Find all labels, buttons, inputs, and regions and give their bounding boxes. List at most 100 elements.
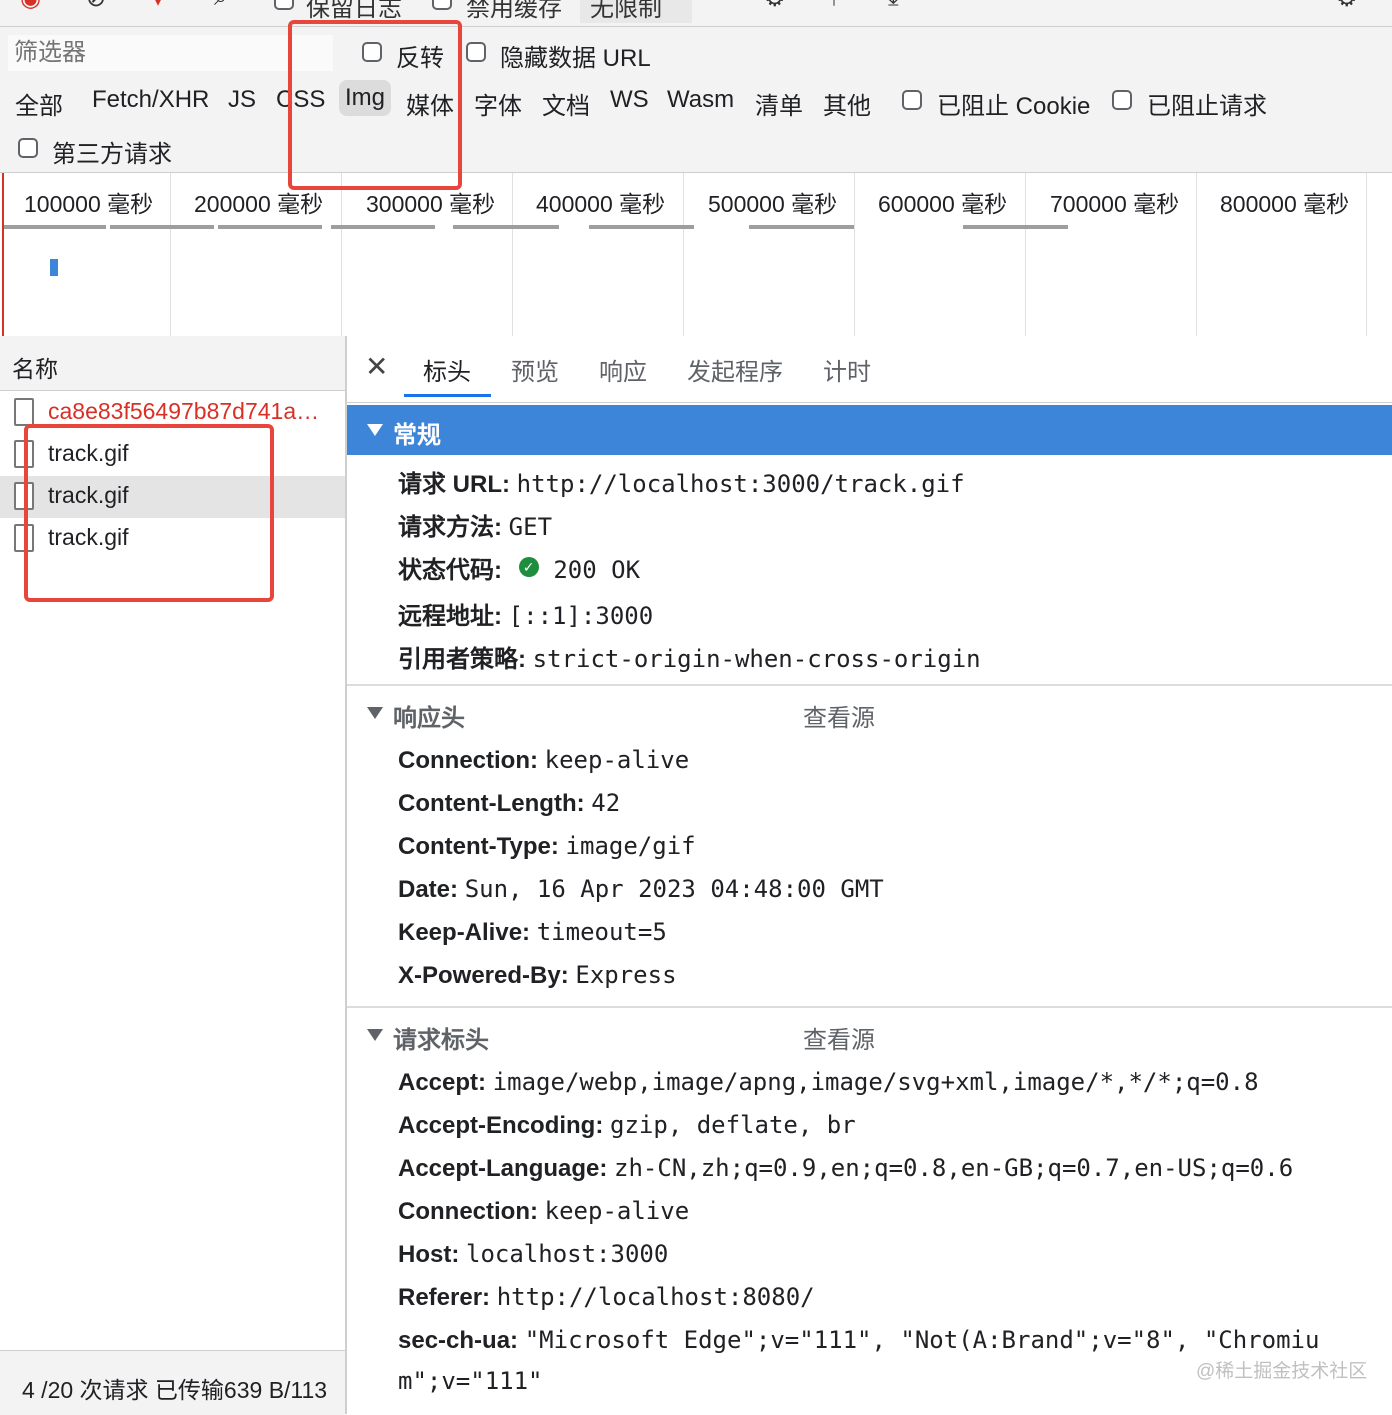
type-filter-doc[interactable]: 文档 bbox=[536, 82, 596, 125]
collapse-triangle-icon bbox=[367, 707, 383, 719]
image-file-icon bbox=[14, 524, 34, 552]
preserve-log-checkbox[interactable] bbox=[274, 0, 294, 10]
type-filter-media[interactable]: 媒体 bbox=[400, 82, 460, 125]
close-icon[interactable]: ✕ bbox=[365, 350, 388, 383]
timeline-gridline bbox=[512, 173, 513, 336]
header-key: Referer: bbox=[398, 1284, 491, 1311]
request-header-row: Accept: image/webp,image/apng,image/svg+… bbox=[398, 1068, 1259, 1097]
request-header-row: sec-ch-ua: "Microsoft Edge";v="111", "No… bbox=[398, 1326, 1319, 1355]
timeline-bar bbox=[749, 225, 854, 229]
header-value: keep-alive bbox=[544, 746, 690, 774]
header-value: gzip, deflate, br bbox=[610, 1111, 856, 1139]
filter-input[interactable] bbox=[8, 35, 333, 71]
request-row[interactable]: track.gif bbox=[0, 518, 345, 560]
header-value: image/gif bbox=[565, 832, 696, 860]
header-key: Connection: bbox=[398, 1198, 538, 1225]
tab-response[interactable]: 响应 bbox=[599, 352, 647, 387]
active-tab-indicator bbox=[404, 394, 491, 397]
response-header-row: Date: Sun, 16 Apr 2023 04:48:00 GMT bbox=[398, 875, 884, 904]
section-divider bbox=[347, 684, 1392, 686]
request-header-row: Connection: keep-alive bbox=[398, 1197, 689, 1226]
response-header-row: X-Powered-By: Express bbox=[398, 961, 677, 990]
general-row-referrer-policy: 引用者策略: strict-origin-when-cross-origin bbox=[398, 639, 981, 674]
type-filter-js[interactable]: JS bbox=[222, 82, 262, 118]
export-har-icon[interactable]: ⤓ bbox=[888, 0, 899, 12]
timeline-bar bbox=[110, 225, 214, 229]
type-filter-img[interactable]: Img bbox=[339, 80, 392, 116]
timeline-gridline bbox=[1025, 173, 1026, 336]
name-column-label: 名称 bbox=[12, 356, 58, 382]
third-party-checkbox[interactable] bbox=[18, 138, 38, 158]
timeline-gridline bbox=[1196, 173, 1197, 336]
timeline-tick-label: 600000 毫秒 bbox=[878, 191, 1008, 217]
response-headers-section-header[interactable]: 响应头 查看源 bbox=[347, 688, 1392, 738]
timeline-bar bbox=[218, 225, 322, 229]
filter-toggle-icon[interactable]: ▾ bbox=[152, 0, 164, 13]
settings-gear-icon[interactable]: ⚙ bbox=[1336, 0, 1358, 13]
hide-data-urls-label: 隐藏数据 URL bbox=[500, 45, 651, 72]
request-headers-title: 请求标头 bbox=[393, 1027, 489, 1054]
general-section-header[interactable]: 常规 bbox=[347, 405, 1392, 455]
view-source-link[interactable]: 查看源 bbox=[803, 1020, 875, 1055]
request-row-selected[interactable]: track.gif bbox=[0, 476, 345, 518]
third-party-label: 第三方请求 bbox=[52, 141, 172, 168]
type-filter-wasm[interactable]: Wasm bbox=[661, 82, 740, 118]
timeline-bar bbox=[453, 225, 559, 229]
network-settings-icon[interactable]: ⚙ bbox=[764, 0, 786, 13]
search-icon[interactable]: ⌕ bbox=[214, 0, 227, 12]
header-value: keep-alive bbox=[544, 1197, 690, 1225]
type-filter-fetch-xhr[interactable]: Fetch/XHR bbox=[86, 82, 215, 118]
request-header-row: Accept-Encoding: gzip, deflate, br bbox=[398, 1111, 856, 1140]
collapse-triangle-icon bbox=[367, 424, 383, 436]
throttle-select[interactable]: 无限制 bbox=[580, 0, 692, 23]
header-key: Content-Type: bbox=[398, 833, 559, 860]
header-value: zh-CN,zh;q=0.9,en;q=0.8,en-GB;q=0.7,en-U… bbox=[614, 1154, 1294, 1182]
collapse-triangle-icon bbox=[367, 1029, 383, 1041]
type-filter-other[interactable]: 其他 bbox=[817, 82, 877, 125]
type-filter-font[interactable]: 字体 bbox=[468, 82, 528, 125]
header-value: 42 bbox=[591, 789, 621, 817]
clear-icon[interactable]: ⊘ bbox=[86, 0, 106, 13]
type-filter-manifest[interactable]: 清单 bbox=[749, 82, 809, 125]
response-header-row: Keep-Alive: timeout=5 bbox=[398, 918, 667, 947]
request-header-row: Referer: http://localhost:8080/ bbox=[398, 1283, 815, 1312]
type-filter-css[interactable]: CSS bbox=[270, 82, 331, 118]
tab-initiator[interactable]: 发起程序 bbox=[687, 352, 783, 387]
type-filter-all[interactable]: 全部 bbox=[9, 82, 69, 125]
timeline-overview[interactable]: 100000 毫秒 200000 毫秒 300000 毫秒 400000 毫秒 … bbox=[0, 172, 1392, 337]
tab-headers[interactable]: 标头 bbox=[423, 352, 471, 387]
response-headers-title: 响应头 bbox=[393, 705, 465, 732]
response-header-row: Content-Length: 42 bbox=[398, 789, 620, 818]
timeline-bar bbox=[963, 225, 1068, 229]
request-list-pane: 名称 ca8e83f56497b87d741a… track.gif track… bbox=[0, 336, 347, 1415]
section-divider bbox=[347, 1006, 1392, 1008]
blocked-cookies-checkbox[interactable] bbox=[902, 90, 922, 110]
watermark-text: @稀土掘金技术社区 bbox=[1196, 1361, 1368, 1382]
request-name: track.gif bbox=[48, 524, 129, 550]
blocked-cookies-label: 已阻止 Cookie bbox=[937, 93, 1091, 120]
header-key: Date: bbox=[398, 876, 459, 903]
header-value: m";v="111" bbox=[398, 1367, 543, 1395]
tab-preview[interactable]: 预览 bbox=[511, 352, 559, 387]
request-row[interactable]: track.gif bbox=[0, 434, 345, 476]
timeline-start-marker bbox=[2, 173, 4, 336]
hide-data-urls-checkbox[interactable] bbox=[466, 42, 486, 62]
invert-checkbox[interactable] bbox=[362, 42, 382, 62]
request-row[interactable]: ca8e83f56497b87d741a… bbox=[0, 392, 345, 434]
view-source-link[interactable]: 查看源 bbox=[803, 698, 875, 733]
name-column-header[interactable]: 名称 bbox=[0, 336, 345, 391]
request-header-row: Accept-Language: zh-CN,zh;q=0.9,en;q=0.8… bbox=[398, 1154, 1293, 1183]
tab-timing[interactable]: 计时 bbox=[823, 352, 871, 387]
header-key: Accept-Language: bbox=[398, 1155, 608, 1182]
general-row-status: 状态代码: ✓ 200 OK bbox=[398, 550, 640, 585]
record-icon[interactable]: ◉ bbox=[20, 0, 41, 13]
request-headers-section-header[interactable]: 请求标头 查看源 bbox=[347, 1010, 1392, 1060]
request-header-row: Host: localhost:3000 bbox=[398, 1240, 668, 1269]
response-header-row: Content-Type: image/gif bbox=[398, 832, 696, 861]
blocked-requests-checkbox[interactable] bbox=[1112, 90, 1132, 110]
type-filter-ws[interactable]: WS bbox=[604, 82, 655, 118]
header-key: 状态代码: bbox=[398, 557, 502, 584]
header-value: Express bbox=[575, 961, 677, 989]
import-har-icon[interactable]: ↑ bbox=[828, 0, 840, 12]
disable-cache-checkbox[interactable] bbox=[432, 0, 452, 10]
